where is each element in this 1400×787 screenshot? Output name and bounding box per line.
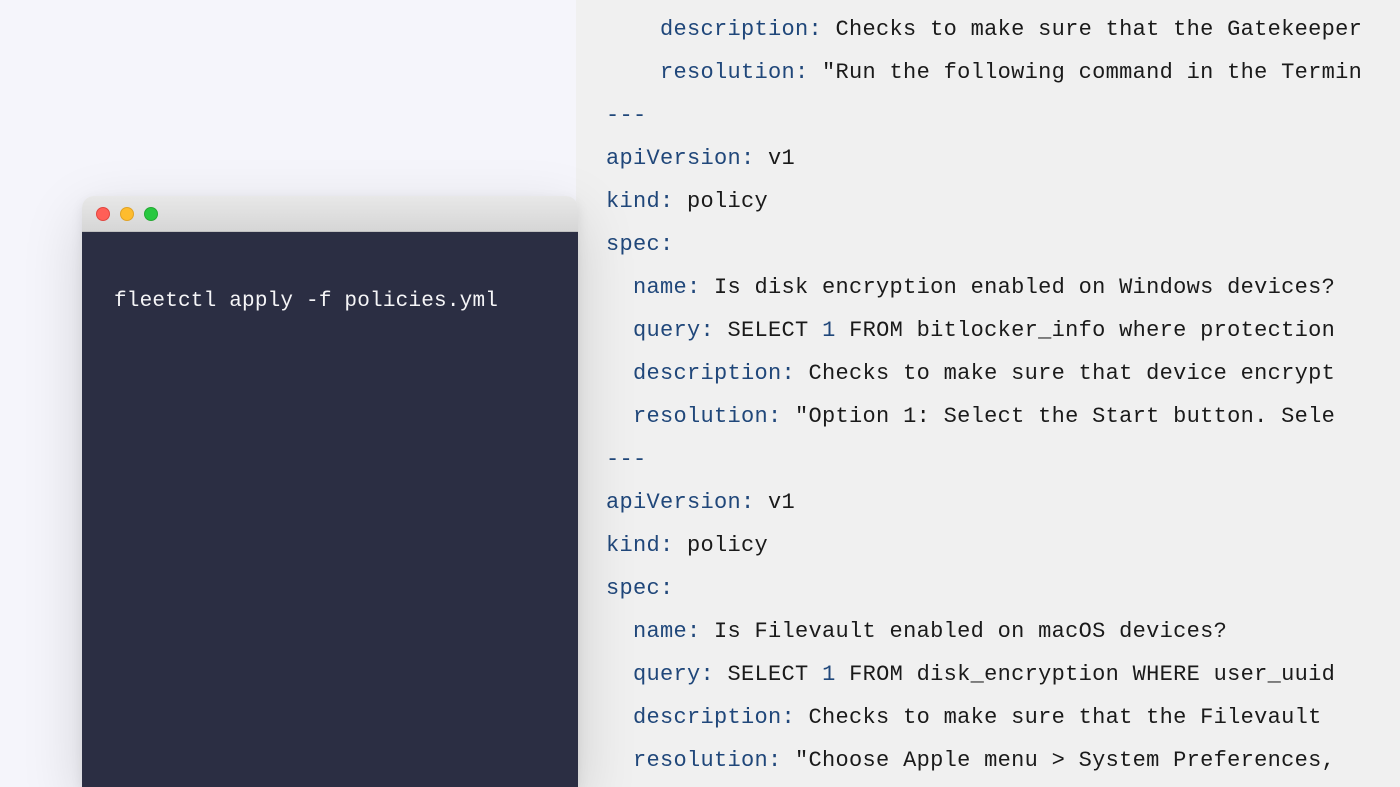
yaml-line: description: Checks to make sure that th… <box>606 705 1335 730</box>
terminal-titlebar <box>82 196 578 232</box>
yaml-line: resolution: "Choose Apple menu > System … <box>606 748 1335 773</box>
yaml-line: kind: policy <box>606 189 768 214</box>
yaml-line: spec: <box>606 576 674 601</box>
yaml-separator: --- <box>606 447 647 472</box>
minimize-icon[interactable] <box>120 207 134 221</box>
yaml-line: description: Checks to make sure that de… <box>606 361 1335 386</box>
yaml-line: apiVersion: v1 <box>606 490 795 515</box>
terminal-window: fleetctl apply -f policies.yml <box>82 196 578 787</box>
yaml-line: query: SELECT 1 FROM bitlocker_info wher… <box>606 318 1335 343</box>
yaml-code-panel: description: Checks to make sure that th… <box>576 0 1400 787</box>
yaml-line: kind: policy <box>606 533 768 558</box>
yaml-line: name: Is disk encryption enabled on Wind… <box>606 275 1335 300</box>
yaml-line: spec: <box>606 232 674 257</box>
maximize-icon[interactable] <box>144 207 158 221</box>
yaml-line: query: SELECT 1 FROM disk_encryption WHE… <box>606 662 1335 687</box>
yaml-line: resolution: "Run the following command i… <box>606 60 1362 85</box>
yaml-line: description: Checks to make sure that th… <box>606 17 1362 42</box>
terminal-command: fleetctl apply -f policies.yml <box>114 290 498 313</box>
yaml-separator: --- <box>606 103 647 128</box>
close-icon[interactable] <box>96 207 110 221</box>
yaml-line: name: Is Filevault enabled on macOS devi… <box>606 619 1227 644</box>
yaml-line: resolution: "Option 1: Select the Start … <box>606 404 1335 429</box>
yaml-line: apiVersion: v1 <box>606 146 795 171</box>
terminal-body[interactable]: fleetctl apply -f policies.yml <box>82 232 578 787</box>
